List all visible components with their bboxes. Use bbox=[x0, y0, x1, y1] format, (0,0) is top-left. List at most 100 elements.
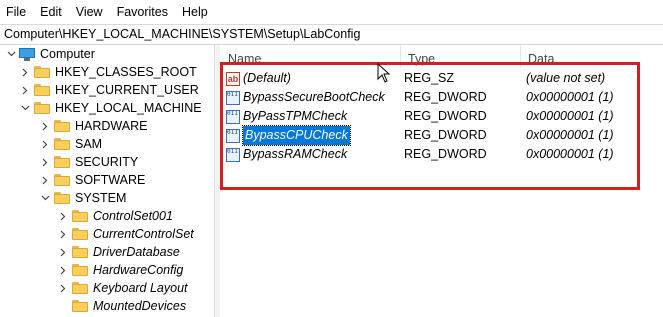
value-row[interactable]: ab (Default) REG_SZ (value not set) bbox=[220, 69, 663, 88]
chevron-right-icon[interactable] bbox=[58, 207, 68, 225]
folder-icon bbox=[54, 192, 70, 204]
chevron-right-icon[interactable] bbox=[58, 243, 68, 261]
tree-item[interactable]: HKEY_LOCAL_MACHINE bbox=[20, 99, 202, 117]
chevron-right-icon[interactable] bbox=[20, 63, 30, 81]
value-name-cell[interactable]: 011 110BypassCPUCheck bbox=[226, 125, 351, 146]
tree-item-label: DriverDatabase bbox=[93, 245, 180, 259]
string-value-icon: ab bbox=[226, 71, 240, 86]
value-data: 0x00000001 (1) bbox=[526, 90, 614, 104]
value-row[interactable]: 011 110ByPassTPMCheck REG_DWORD 0x00000001… bbox=[220, 107, 663, 126]
chevron-right-icon[interactable] bbox=[40, 171, 50, 189]
dword-value-icon: 011 110 bbox=[226, 109, 240, 124]
folder-icon bbox=[34, 66, 50, 78]
value-name-cell[interactable]: 011 110ByPassTPMCheck bbox=[226, 107, 347, 126]
address-bar[interactable]: Computer\HKEY_LOCAL_MACHINE\SYSTEM\Setup… bbox=[0, 24, 663, 45]
folder-icon bbox=[72, 246, 88, 258]
tree-item-label: HARDWARE bbox=[75, 119, 148, 133]
value-name-cell[interactable]: 011 110BypassRAMCheck bbox=[226, 145, 347, 164]
value-data: 0x00000001 (1) bbox=[526, 109, 614, 123]
tree-item[interactable]: Computer bbox=[6, 45, 95, 63]
chevron-down-icon[interactable] bbox=[40, 189, 50, 207]
value-type: REG_SZ bbox=[404, 71, 455, 85]
menu-view[interactable]: View bbox=[69, 0, 110, 24]
value-type: REG_DWORD bbox=[404, 109, 487, 123]
tree-item-label: SAM bbox=[75, 137, 103, 151]
tree-item-label: HKEY_CLASSES_ROOT bbox=[55, 65, 197, 79]
value-name: ByPassTPMCheck bbox=[243, 109, 348, 123]
value-data: (value not set) bbox=[526, 71, 606, 85]
tree-item-label: HKEY_CURRENT_USER bbox=[55, 83, 199, 97]
tree-item[interactable]: SYSTEM bbox=[40, 189, 126, 207]
value-type: REG_DWORD bbox=[404, 147, 487, 161]
chevron-right-icon[interactable] bbox=[58, 279, 68, 297]
tree-item-label: CurrentControlSet bbox=[93, 227, 194, 241]
tree-item-label: Computer bbox=[40, 47, 95, 61]
chevron-right-icon[interactable] bbox=[40, 117, 50, 135]
menu-file[interactable]: File bbox=[0, 0, 33, 24]
chevron-right-icon[interactable] bbox=[58, 261, 68, 279]
value-row[interactable]: 011 110BypassCPUCheck REG_DWORD 0x00000001… bbox=[220, 125, 663, 146]
value-row[interactable]: 011 110BypassSecureBootCheck REG_DWORD 0x0… bbox=[220, 88, 663, 107]
folder-icon bbox=[54, 174, 70, 186]
tree-item-label: HKEY_LOCAL_MACHINE bbox=[55, 101, 202, 115]
tree-item[interactable]: SAM bbox=[40, 135, 102, 153]
value-name: BypassRAMCheck bbox=[243, 147, 348, 161]
tree-item-label: MountedDevices bbox=[93, 299, 187, 313]
folder-icon bbox=[72, 282, 88, 294]
column-header-type[interactable]: Type bbox=[400, 45, 520, 67]
chevron-right-icon[interactable] bbox=[20, 81, 30, 99]
mouse-cursor-icon bbox=[377, 63, 391, 83]
value-data: 0x00000001 (1) bbox=[526, 147, 614, 161]
tree-item-label: SOFTWARE bbox=[75, 173, 146, 187]
value-name-cell[interactable]: 011 110BypassSecureBootCheck bbox=[226, 88, 385, 107]
folder-icon bbox=[72, 300, 88, 312]
menu-bar: File Edit View Favorites Help bbox=[0, 0, 663, 24]
values-list[interactable]: Name Type Data ab (Default) REG_SZ (value n… bbox=[220, 45, 663, 317]
menu-help[interactable]: Help bbox=[175, 0, 215, 24]
dword-value-icon: 011 110 bbox=[226, 90, 240, 105]
chevron-right-icon[interactable] bbox=[40, 153, 50, 171]
tree-item-label: HardwareConfig bbox=[93, 263, 184, 277]
chevron-right-icon[interactable] bbox=[58, 225, 68, 243]
tree-item-label: SECURITY bbox=[75, 155, 139, 169]
dword-value-icon: 011 110 bbox=[226, 147, 240, 162]
column-header-name[interactable]: Name bbox=[220, 45, 400, 67]
tree-item[interactable]: HKEY_CURRENT_USER bbox=[20, 81, 199, 99]
value-name-cell[interactable]: ab (Default) bbox=[226, 69, 291, 88]
value-type: REG_DWORD bbox=[404, 128, 487, 142]
folder-icon bbox=[34, 102, 50, 114]
chevron-down-icon[interactable] bbox=[20, 99, 30, 117]
value-row[interactable]: 011 110BypassRAMCheck REG_DWORD 0x00000001… bbox=[220, 145, 663, 164]
tree-item-label: ControlSet001 bbox=[93, 209, 173, 223]
menu-edit[interactable]: Edit bbox=[33, 0, 69, 24]
chevron-down-icon[interactable] bbox=[6, 45, 16, 63]
folder-icon bbox=[54, 120, 70, 132]
tree-item-label: SYSTEM bbox=[75, 191, 127, 205]
chevron-right-icon[interactable] bbox=[40, 135, 50, 153]
tree-item[interactable]: SECURITY bbox=[40, 153, 138, 171]
folder-icon bbox=[54, 156, 70, 168]
folder-icon bbox=[72, 210, 88, 222]
registry-tree[interactable]: Computer HKEY_CLASSES_ROOT HKEY_CURRENT_US… bbox=[0, 45, 214, 317]
tree-item[interactable]: Keyboard Layout bbox=[58, 279, 188, 297]
tree-item[interactable]: HardwareConfig bbox=[58, 261, 183, 279]
value-name: (Default) bbox=[243, 71, 291, 85]
tree-item-label: Keyboard Layout bbox=[93, 281, 188, 295]
menu-favorites[interactable]: Favorites bbox=[110, 0, 175, 24]
computer-icon bbox=[19, 47, 35, 61]
tree-item[interactable]: ControlSet001 bbox=[58, 207, 173, 225]
tree-item[interactable]: DriverDatabase bbox=[58, 243, 180, 261]
value-data: 0x00000001 (1) bbox=[526, 128, 614, 142]
folder-icon bbox=[54, 138, 70, 150]
tree-item[interactable]: SOFTWARE bbox=[40, 171, 145, 189]
tree-item[interactable]: CurrentControlSet bbox=[58, 225, 194, 243]
folder-icon bbox=[34, 84, 50, 96]
tree-item[interactable]: HARDWARE bbox=[40, 117, 147, 135]
value-name: BypassSecureBootCheck bbox=[243, 90, 385, 104]
column-header-data[interactable]: Data bbox=[520, 45, 663, 67]
folder-icon bbox=[72, 228, 88, 240]
tree-item[interactable]: HKEY_CLASSES_ROOT bbox=[20, 63, 197, 81]
value-name: BypassCPUCheck bbox=[242, 125, 351, 146]
value-type: REG_DWORD bbox=[404, 90, 487, 104]
tree-item[interactable]: MountedDevices bbox=[58, 297, 186, 315]
